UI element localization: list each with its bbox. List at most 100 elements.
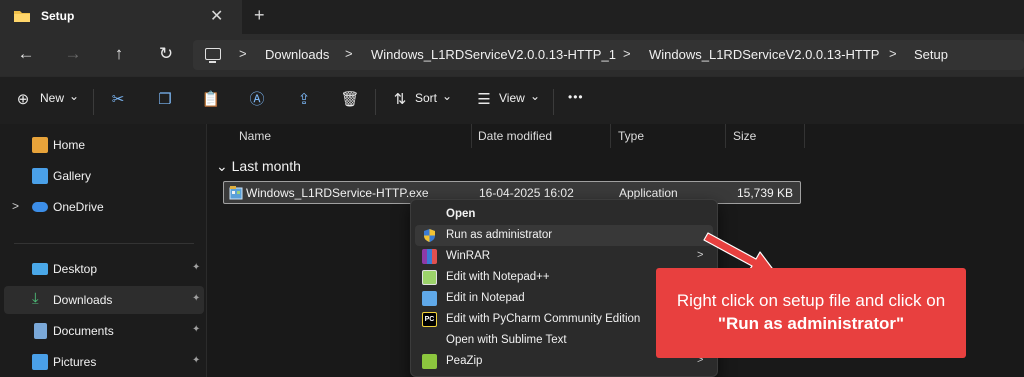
column-header-name[interactable]: Name — [239, 129, 271, 143]
menu-item-open[interactable]: Open — [415, 204, 713, 225]
menu-item-label: Edit with Notepad++ — [446, 271, 550, 283]
notepad-icon — [422, 291, 437, 306]
close-tab-icon[interactable]: ✕ — [210, 6, 223, 26]
group-header[interactable]: ⌄ Last month — [216, 158, 301, 175]
divider — [375, 89, 376, 115]
sidebar-item-label: Gallery — [53, 169, 92, 183]
column-header-size[interactable]: Size — [733, 129, 756, 143]
new-button[interactable]: New — [40, 91, 64, 105]
menu-item-label: Run as administrator — [446, 229, 553, 241]
column-divider[interactable] — [725, 124, 726, 148]
desktop-icon — [32, 263, 48, 275]
new-tab-button[interactable]: + — [254, 5, 265, 26]
view-button[interactable]: View — [499, 91, 525, 105]
menu-item-label: PeaZip — [446, 355, 483, 367]
column-header-date[interactable]: Date modified — [478, 129, 552, 143]
column-divider[interactable] — [804, 124, 805, 148]
file-date-modified: 16-04-2025 16:02 — [479, 186, 574, 200]
view-icon[interactable]: ☰ — [474, 90, 494, 110]
forward-button[interactable]: → — [61, 42, 85, 66]
cut-icon[interactable]: ✂ — [108, 90, 128, 110]
breadcrumb-separator[interactable]: > — [889, 46, 897, 61]
sidebar-item-label: OneDrive — [53, 200, 104, 214]
folder-icon — [14, 11, 30, 22]
pin-icon[interactable]: ✦ — [192, 293, 200, 304]
chevron-down-icon[interactable]: ⌄ — [69, 89, 79, 103]
command-bar: ⊕ New ⌄ ✂ ❐ 📋 Ⓐ ⇪ 🗑 ⇅ Sort ⌄ ☰ View ⌄ ••… — [0, 76, 1024, 124]
file-size: 15,739 KB — [737, 186, 794, 200]
sidebar-item-onedrive[interactable]: > OneDrive — [4, 193, 204, 221]
divider — [14, 243, 194, 244]
paste-icon[interactable]: 📋 — [201, 90, 221, 110]
breadcrumb-downloads[interactable]: Downloads — [265, 47, 329, 62]
home-icon — [32, 137, 48, 153]
documents-icon — [34, 323, 47, 339]
menu-item-label: Edit in Notepad — [446, 292, 525, 304]
column-divider[interactable] — [471, 124, 472, 148]
breadcrumb-folder-http[interactable]: Windows_L1RDServiceV2.0.0.13-HTTP — [649, 47, 879, 62]
pictures-icon — [32, 354, 48, 370]
pin-icon[interactable]: ✦ — [192, 324, 200, 335]
sidebar-item-label: Home — [53, 138, 86, 152]
sidebar-item-downloads[interactable]: ⤓ Downloads ✦ — [4, 286, 204, 314]
pin-icon[interactable]: ✦ — [192, 355, 200, 366]
sidebar-item-label: Desktop — [53, 262, 98, 276]
chevron-down-icon[interactable]: ⌄ — [442, 89, 452, 103]
menu-item-run-as-administrator[interactable]: Run as administrator — [415, 225, 713, 246]
copy-icon[interactable]: ❐ — [155, 90, 175, 110]
sidebar-item-pictures[interactable]: Pictures ✦ — [4, 348, 204, 376]
more-options-button[interactable]: ••• — [568, 90, 584, 104]
new-plus-icon[interactable]: ⊕ — [13, 90, 33, 110]
title-bar: Setup ✕ + — [0, 0, 1024, 34]
chevron-down-icon[interactable]: ⌄ — [530, 89, 540, 103]
sidebar-item-label: Pictures — [53, 355, 97, 369]
rename-icon[interactable]: Ⓐ — [247, 90, 267, 110]
sidebar-item-home[interactable]: Home — [4, 131, 204, 159]
divider — [93, 89, 94, 115]
this-pc-icon[interactable] — [205, 48, 221, 63]
breadcrumb-folder-http-1[interactable]: Windows_L1RDServiceV2.0.0.13-HTTP_1 — [371, 47, 616, 62]
back-button[interactable]: ← — [14, 42, 38, 66]
downloads-icon: ⤓ — [32, 290, 39, 307]
address-row: ← → ↑ ↻ > Downloads > Windows_L1RDServic… — [0, 34, 1024, 76]
menu-item-winrar[interactable]: WinRAR > — [415, 246, 713, 267]
sort-icon[interactable]: ⇅ — [390, 90, 410, 110]
application-exe-icon — [229, 186, 243, 200]
sidebar-item-gallery[interactable]: Gallery — [4, 162, 204, 190]
menu-item-label: WinRAR — [446, 250, 491, 262]
peazip-icon — [422, 354, 437, 369]
up-button[interactable]: ↑ — [107, 42, 131, 66]
chevron-down-icon: ⌄ — [216, 158, 228, 174]
column-divider[interactable] — [610, 124, 611, 148]
breadcrumb-separator[interactable]: > — [345, 46, 353, 61]
pycharm-icon: PC — [422, 312, 437, 327]
gallery-icon — [32, 168, 48, 184]
sidebar-item-label: Downloads — [53, 293, 113, 307]
delete-icon[interactable]: 🗑 — [340, 90, 360, 110]
group-label: Last month — [231, 158, 301, 174]
menu-item-label: Open — [446, 208, 476, 220]
sidebar-item-desktop[interactable]: Desktop ✦ — [4, 255, 204, 283]
tab-setup[interactable]: Setup ✕ — [0, 0, 242, 34]
file-name: Windows_L1RDService-HTTP.exe — [246, 186, 429, 200]
annotation-line-1: Right click on setup file and click on — [676, 291, 946, 310]
tab-title: Setup — [41, 9, 75, 23]
breadcrumb-separator[interactable]: > — [623, 46, 631, 61]
share-icon[interactable]: ⇪ — [294, 90, 314, 110]
column-header-type[interactable]: Type — [618, 129, 644, 143]
address-bar[interactable]: > Downloads > Windows_L1RDServiceV2.0.0.… — [193, 40, 1024, 70]
sidebar-item-documents[interactable]: Documents ✦ — [4, 317, 204, 345]
pin-icon[interactable]: ✦ — [192, 262, 200, 273]
breadcrumb-separator[interactable]: > — [239, 46, 247, 61]
navigation-pane: Home Gallery > OneDrive Desktop ✦ ⤓ Down… — [0, 124, 206, 377]
refresh-button[interactable]: ↻ — [154, 42, 178, 66]
annotation-line-2: "Run as administrator" — [717, 314, 905, 333]
uac-shield-icon — [424, 229, 435, 242]
expand-chevron-icon[interactable]: > — [12, 199, 19, 213]
sidebar-item-label: Documents — [53, 324, 114, 338]
sort-button[interactable]: Sort — [415, 91, 437, 105]
breadcrumb-setup[interactable]: Setup — [914, 47, 948, 62]
menu-item-label: Open with Sublime Text — [446, 334, 567, 346]
winrar-icon — [422, 249, 437, 264]
notepadpp-icon — [422, 270, 437, 285]
